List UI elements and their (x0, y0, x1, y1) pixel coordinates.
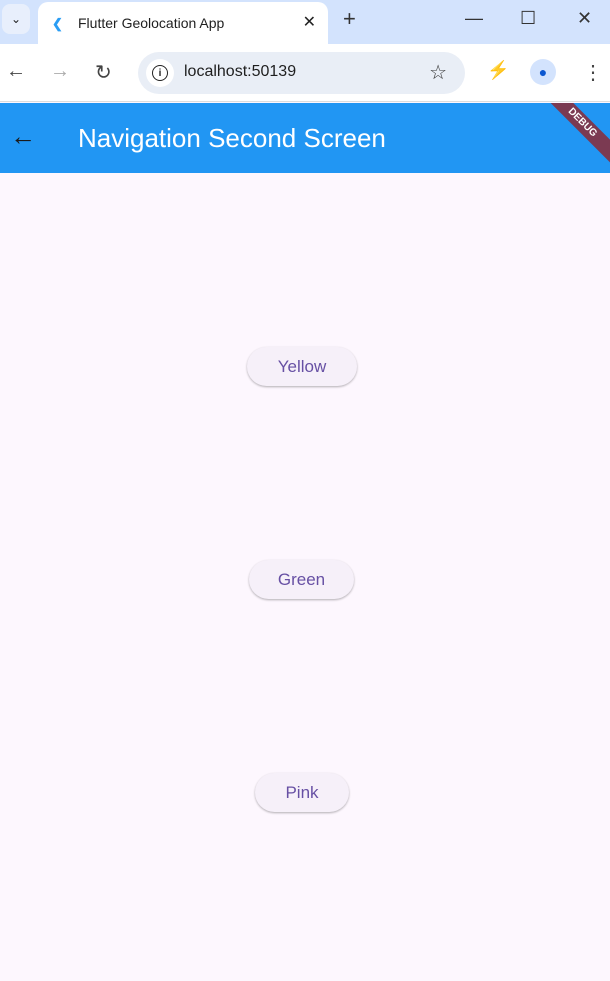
minimize-icon[interactable]: — (465, 8, 483, 29)
browser-toolbar: ← → ↻ i localhost:50139 ☆ ⚡ ● ⋮ (0, 44, 610, 102)
app-bar: ← Navigation Second Screen DEBUG (0, 103, 610, 173)
maximize-icon[interactable]: ☐ (520, 8, 536, 29)
page-title: Navigation Second Screen (78, 123, 386, 153)
chevron-down-icon: ⌄ (10, 12, 22, 26)
site-info-icon[interactable]: i (146, 59, 174, 87)
tab-title: Flutter Geolocation App (78, 15, 225, 31)
menu-kebab-icon[interactable]: ⋮ (583, 60, 603, 85)
performance-icon[interactable]: ⚡ (487, 60, 509, 81)
browser-tab-strip: ⌄ ❮ Flutter Geolocation App ✕ + — ☐ ✕ (0, 0, 610, 44)
address-bar[interactable]: i localhost:50139 ☆ (138, 52, 465, 94)
profile-avatar-icon[interactable]: ● (530, 59, 556, 85)
reload-icon[interactable]: ↻ (95, 60, 112, 85)
green-button[interactable]: Green (249, 560, 354, 599)
url-text[interactable]: localhost:50139 (184, 63, 296, 81)
bookmark-star-icon[interactable]: ☆ (429, 60, 447, 85)
yellow-button[interactable]: Yellow (247, 347, 357, 386)
forward-icon[interactable]: → (50, 60, 70, 83)
browser-tab[interactable]: ❮ Flutter Geolocation App ✕ (38, 2, 328, 44)
tab-search-button[interactable]: ⌄ (2, 4, 30, 34)
debug-banner: DEBUG (533, 103, 610, 172)
new-tab-button[interactable]: + (343, 6, 356, 32)
close-window-icon[interactable]: ✕ (577, 8, 592, 29)
back-arrow-icon[interactable]: ← (10, 121, 36, 152)
flutter-favicon-icon: ❮ (52, 16, 63, 31)
back-icon[interactable]: ← (6, 60, 26, 83)
pink-button[interactable]: Pink (255, 773, 349, 812)
close-tab-icon[interactable]: ✕ (303, 12, 316, 32)
